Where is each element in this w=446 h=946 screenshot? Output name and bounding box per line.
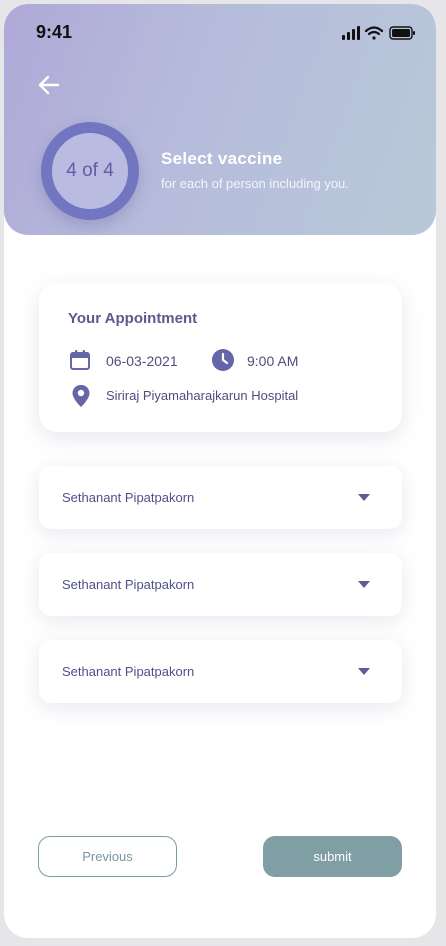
status-time: 9:41	[36, 22, 73, 42]
previous-button[interactable]: Previous	[38, 836, 177, 877]
chevron-down-icon	[358, 581, 370, 588]
select-value: Sethanant Pipatpakorn	[62, 577, 195, 592]
status-icons	[342, 26, 415, 40]
step-indicator: 4 of 4	[41, 122, 139, 220]
calendar-icon	[70, 350, 90, 370]
signal-icon	[342, 26, 360, 40]
battery-icon	[389, 26, 415, 40]
page-subtitle: for each of person including you.	[161, 176, 349, 191]
app-screen: 9:41 4 of 4 Select vaccine for each of p…	[4, 4, 436, 938]
select-value: Sethanant Pipatpakorn	[62, 664, 195, 679]
person-select-3[interactable]: Sethanant Pipatpakorn	[39, 640, 402, 703]
person-select-1[interactable]: Sethanant Pipatpakorn	[39, 466, 402, 529]
appointment-hospital: Siriraj Piyamaharajkarun Hospital	[106, 388, 299, 403]
location-pin-icon	[72, 385, 90, 407]
header-banner: 9:41 4 of 4 Select vaccine for each of p…	[4, 4, 436, 235]
step-text: 4 of 4	[66, 160, 114, 181]
appointment-card: Your Appointment 06-03-2021 9:00 AM Siri…	[39, 283, 402, 432]
clock-icon	[212, 349, 234, 371]
wifi-icon	[364, 26, 384, 40]
appointment-title: Your Appointment	[68, 310, 198, 327]
person-select-2[interactable]: Sethanant Pipatpakorn	[39, 553, 402, 616]
appointment-time: 9:00 AM	[247, 353, 299, 369]
chevron-down-icon	[358, 494, 370, 501]
chevron-down-icon	[358, 668, 370, 675]
appointment-date: 06-03-2021	[106, 353, 178, 369]
page-title: Select vaccine	[161, 149, 283, 168]
select-value: Sethanant Pipatpakorn	[62, 490, 195, 505]
submit-button[interactable]: submit	[263, 836, 402, 877]
back-arrow-icon[interactable]	[36, 72, 62, 98]
